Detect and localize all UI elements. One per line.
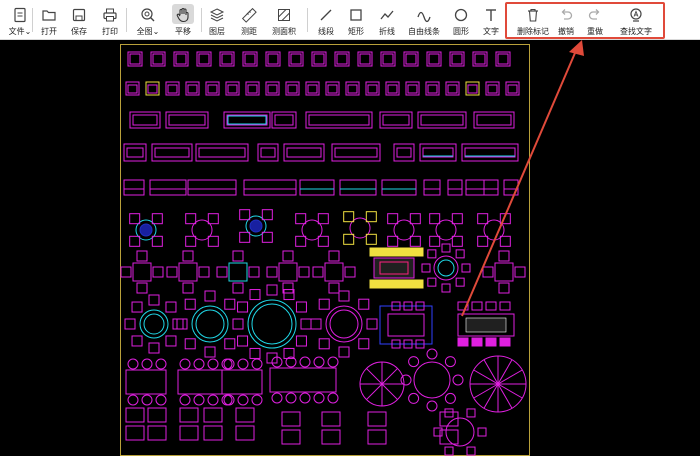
printer-icon bbox=[103, 8, 117, 22]
file-icon bbox=[14, 7, 26, 23]
area-label: 测面积 bbox=[272, 27, 296, 36]
search-text-icon bbox=[630, 8, 642, 22]
layers-label: 图层 bbox=[209, 27, 225, 36]
freeline-label: 自由线条 bbox=[408, 27, 440, 36]
drawing-canvas[interactable] bbox=[0, 40, 700, 456]
undo-icon bbox=[561, 9, 573, 20]
freehand-icon bbox=[417, 11, 431, 23]
delete-mark-label: 删除标记 bbox=[517, 27, 549, 36]
line-icon bbox=[320, 9, 332, 21]
fullview-label: 全图 bbox=[136, 27, 153, 36]
undo-label: 撤销 bbox=[558, 27, 574, 36]
circle-icon bbox=[454, 8, 468, 22]
freehand-tool-button[interactable]: 自由线条 bbox=[404, 4, 444, 38]
layers-icon bbox=[209, 8, 225, 22]
folder-icon bbox=[42, 10, 56, 21]
measure-label: 测距 bbox=[241, 27, 257, 36]
redo-button[interactable]: 重做 bbox=[575, 4, 615, 38]
polyline-label: 折线 bbox=[379, 27, 395, 36]
toolbar: 文件 ⌄ 打开 保存 打印 全图⌄ 平移 图层 测距 测面积 线段 矩形 折线 自… bbox=[0, 0, 700, 40]
print-button[interactable]: 打印 bbox=[90, 4, 130, 38]
pan-label: 平移 bbox=[175, 27, 191, 36]
text-icon bbox=[486, 9, 496, 21]
measure-area-button[interactable]: 测面积 bbox=[264, 4, 304, 38]
cad-drawing bbox=[120, 51, 527, 456]
separator bbox=[126, 8, 127, 32]
polyline-icon bbox=[380, 10, 394, 20]
file-label: 文件 bbox=[8, 27, 25, 36]
measure-distance-button[interactable]: 测距 bbox=[229, 4, 269, 38]
redo-label: 重做 bbox=[587, 27, 603, 36]
print-label: 打印 bbox=[102, 27, 118, 36]
rect-label: 矩形 bbox=[348, 27, 364, 36]
rectangle-icon bbox=[350, 9, 362, 21]
hand-icon bbox=[176, 7, 189, 23]
polyline-tool-button[interactable]: 折线 bbox=[367, 4, 407, 38]
open-label: 打开 bbox=[41, 27, 57, 36]
chevron-down-icon: ⌄ bbox=[152, 27, 160, 36]
line-label: 线段 bbox=[318, 27, 334, 36]
save-icon bbox=[72, 8, 86, 22]
fullview-button[interactable]: 全图⌄ bbox=[128, 4, 168, 38]
text-label: 文字 bbox=[483, 27, 499, 36]
save-label: 保存 bbox=[71, 27, 87, 36]
trash-icon bbox=[528, 8, 538, 22]
redo-icon bbox=[588, 9, 600, 20]
find-text-label: 查找文字 bbox=[620, 27, 652, 36]
circle-label: 圆形 bbox=[453, 27, 469, 36]
ruler-icon bbox=[241, 7, 257, 23]
zoom-fit-icon bbox=[141, 8, 155, 22]
area-icon bbox=[278, 9, 290, 21]
find-text-button[interactable]: 查找文字 bbox=[614, 4, 658, 38]
